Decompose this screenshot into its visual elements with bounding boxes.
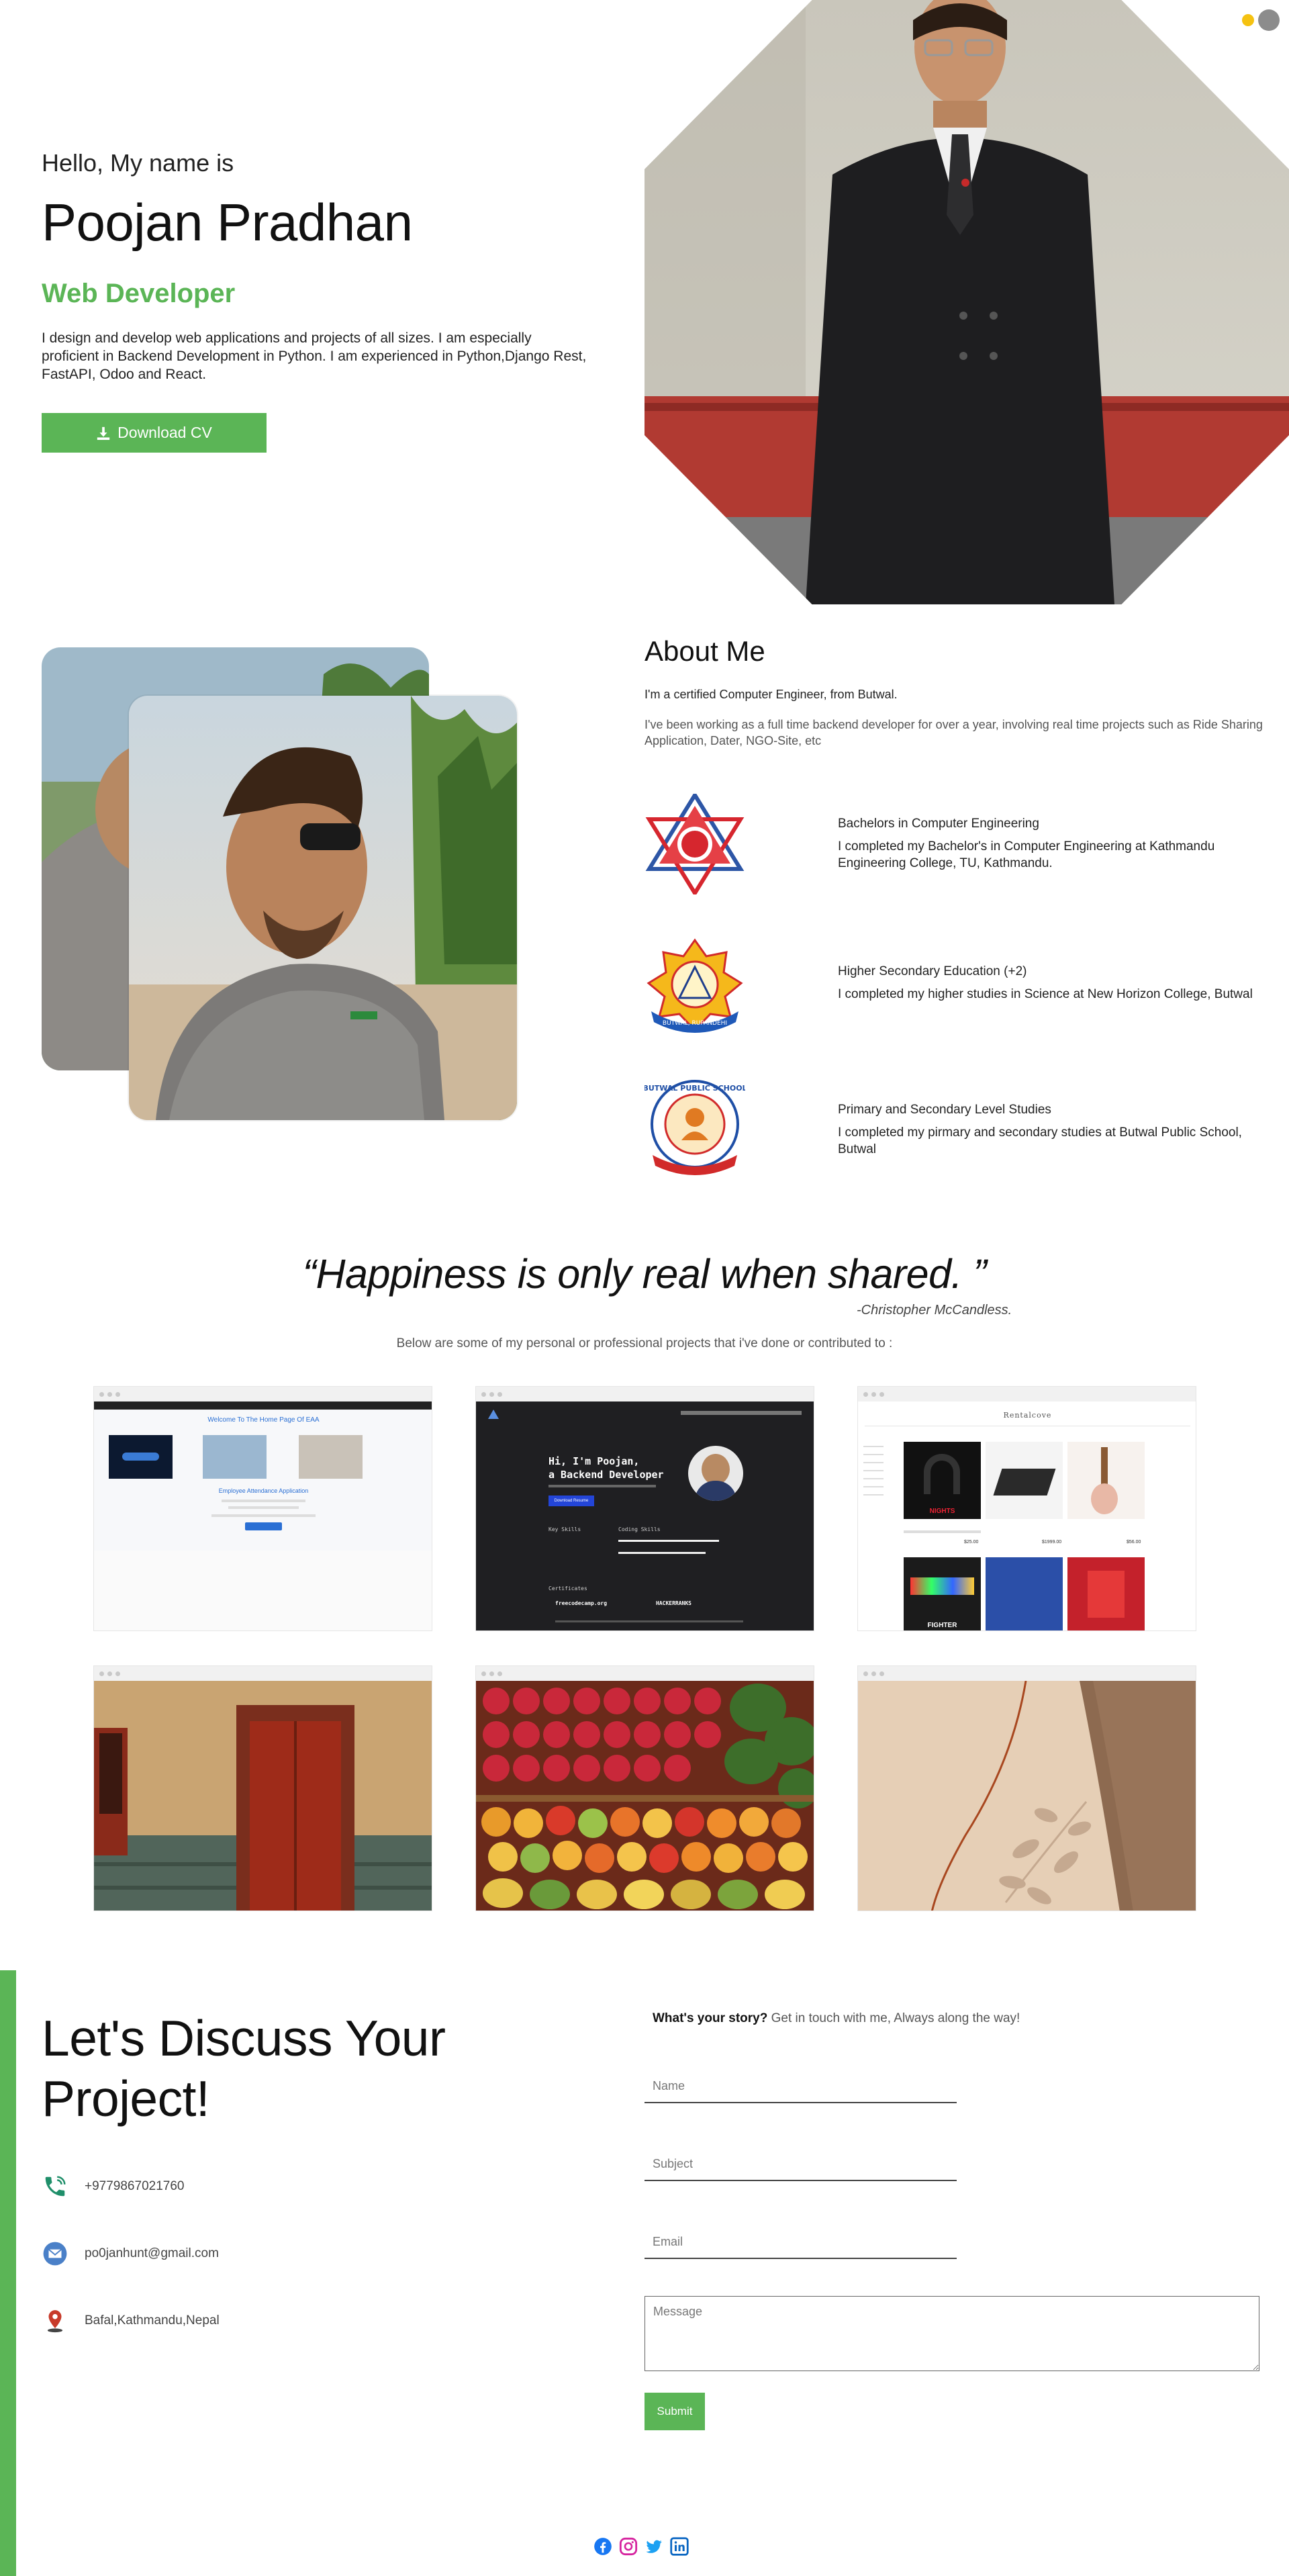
hero-role: Web Developer: [42, 279, 236, 308]
hero-portrait: [644, 0, 1289, 604]
about-intro: I'm a certified Computer Engineer, from …: [644, 688, 898, 701]
window-bar: [858, 1666, 1196, 1681]
project-card-fruit-photo[interactable]: [475, 1665, 814, 1911]
contact-location: Bafal,Kathmandu,Nepal: [42, 2307, 220, 2334]
education-title: Higher Secondary Education (+2): [838, 964, 1027, 978]
education-title: Primary and Secondary Level Studies: [838, 1103, 1051, 1117]
butwal-public-school-logo-icon: BUTWAL PUBLIC SCHOOL: [642, 1076, 747, 1177]
story-bold: What's your story?: [653, 2011, 768, 2025]
contact-email-text: po0janhunt@gmail.com: [85, 2246, 219, 2260]
linkedin-icon[interactable]: [670, 2537, 689, 2556]
project-card-shadow-photo[interactable]: [857, 1665, 1196, 1911]
project-price-2: $1999.00: [1042, 1540, 1062, 1545]
project-card-portfolio[interactable]: Hi, I'm Poojan, a Backend Developer Down…: [475, 1386, 814, 1631]
butwal-public-school-logo-text: BUTWAL PUBLIC SCHOOL: [644, 1084, 745, 1093]
project-subheading: Employee Attendance Application: [218, 1487, 309, 1494]
contact-title: Let's Discuss Your Project!: [42, 2010, 446, 2127]
projects-intro: Below are some of my personal or profess…: [396, 1336, 893, 1350]
education-item: Bachelors in Computer Engineering I comp…: [644, 791, 1276, 901]
project-product-tag: NIGHTS: [929, 1508, 955, 1515]
project-cert-2: HACKERRANKS: [656, 1600, 691, 1606]
instagram-icon[interactable]: [619, 2537, 638, 2556]
hero-section: Hello, My name is Poojan Pradhan Web Dev…: [0, 0, 1289, 604]
hero-name: Poojan Pradhan: [42, 193, 413, 252]
project-hero-line1: Hi, I'm Poojan,: [548, 1455, 640, 1467]
education-description: I completed my Bachelor's in Computer En…: [838, 839, 1215, 870]
phone-icon: [42, 2173, 68, 2200]
theme-toggle[interactable]: [1242, 9, 1280, 31]
education-text: Primary and Secondary Level Studies I co…: [838, 1103, 1274, 1158]
project-heading: Welcome To The Home Page Of EAA: [207, 1416, 320, 1424]
project-screenshot: Hi, I'm Poojan, a Backend Developer Down…: [476, 1401, 814, 1630]
contact-phone: +9779867021760: [42, 2173, 184, 2200]
about-title: About Me: [644, 635, 765, 667]
contact-phone-text: +9779867021760: [85, 2179, 185, 2193]
story-rest: Get in touch with me, Always along the w…: [767, 2011, 1020, 2025]
project-screenshot: Rentalcove NIGHTS $25.00 $1999.00 $56.00…: [858, 1401, 1196, 1630]
about-experience: I've been working as a full time backend…: [644, 718, 1263, 747]
project-hero-line2: a Backend Developer: [548, 1469, 664, 1481]
name-input[interactable]: [644, 2070, 957, 2103]
hero-bio: I design and develop web applications an…: [42, 330, 587, 382]
window-bar: [476, 1387, 814, 1401]
education-text: Bachelors in Computer Engineering I comp…: [838, 817, 1274, 872]
project-certificates: Certificates: [548, 1585, 587, 1592]
project-price-3: $56.00: [1127, 1540, 1141, 1545]
about-section: About Me I'm a certified Computer Engine…: [644, 635, 1276, 749]
submit-button[interactable]: Submit: [644, 2393, 705, 2430]
education-text: Higher Secondary Education (+2) I comple…: [838, 964, 1274, 1003]
new-horizon-logo-icon: BUTWAL, RUPANDEHI: [644, 936, 745, 1037]
project-photo: [476, 1681, 814, 1911]
project-brand: Rentalcove: [1003, 1411, 1052, 1420]
subject-input[interactable]: [644, 2148, 957, 2181]
window-bar: [94, 1666, 432, 1681]
project-photo: [858, 1680, 1196, 1911]
window-bar: [94, 1387, 432, 1401]
education-item: BUTWAL, RUPANDEHI Higher Secondary Educa…: [644, 936, 1276, 1044]
message-input[interactable]: [644, 2296, 1259, 2371]
about-photo-front: [129, 696, 517, 1120]
project-download-resume: Download Resume: [548, 1496, 594, 1506]
light-theme-toggle[interactable]: [1242, 14, 1254, 26]
email-input[interactable]: [644, 2225, 957, 2259]
project-key-skills: Key Skills: [548, 1526, 581, 1532]
window-bar: [858, 1387, 1196, 1401]
facebook-icon[interactable]: [593, 2537, 612, 2556]
new-horizon-logo-text: BUTWAL, RUPANDEHI: [663, 1020, 727, 1027]
location-pin-icon: [42, 2307, 68, 2334]
education-title: Bachelors in Computer Engineering: [838, 817, 1039, 831]
contact-email: po0janhunt@gmail.com: [42, 2240, 219, 2267]
contact-story: What's your story? Get in touch with me,…: [653, 2011, 1020, 2026]
twitter-icon[interactable]: [644, 2537, 663, 2556]
project-card-attendance[interactable]: Welcome To The Home Page Of EAA Employee…: [93, 1386, 432, 1631]
education-item: BUTWAL PUBLIC SCHOOL Primary and Seconda…: [642, 1076, 1276, 1183]
about-photos: [42, 647, 518, 1124]
project-coding-skills: Coding Skills: [618, 1526, 661, 1532]
project-product-tag-2: FIGHTER: [927, 1622, 957, 1629]
project-price-1: $25.00: [964, 1540, 979, 1545]
education-description: I completed my pirmary and secondary stu…: [838, 1125, 1242, 1156]
quote-author: -Christopher McCandless.: [857, 1303, 1012, 1318]
project-card-door-photo[interactable]: [93, 1665, 432, 1911]
download-cv-label: Download CV: [117, 424, 212, 441]
social-links: [593, 2537, 689, 2556]
email-icon: [42, 2240, 68, 2267]
project-photo: [94, 1681, 432, 1911]
contact-accent-stripe: [0, 1970, 16, 2576]
hero-greeting: Hello, My name is: [42, 149, 234, 177]
education-description: I completed my higher studies in Science…: [838, 987, 1253, 1001]
download-icon: [97, 426, 110, 440]
quote-text: “Happiness is only real when shared. ”: [302, 1251, 987, 1297]
window-bar: [476, 1666, 814, 1681]
project-cert-1: freecodecamp.org: [555, 1600, 608, 1606]
dark-theme-toggle[interactable]: [1258, 9, 1280, 31]
project-card-rental[interactable]: Rentalcove NIGHTS $25.00 $1999.00 $56.00…: [857, 1386, 1196, 1631]
contact-location-text: Bafal,Kathmandu,Nepal: [85, 2313, 220, 2328]
download-cv-button[interactable]: Download CV: [42, 413, 267, 453]
kec-logo-icon: [644, 791, 745, 897]
hero-text: Hello, My name is Poojan Pradhan Web Dev…: [42, 149, 592, 453]
project-screenshot: Welcome To The Home Page Of EAA Employee…: [94, 1401, 432, 1630]
